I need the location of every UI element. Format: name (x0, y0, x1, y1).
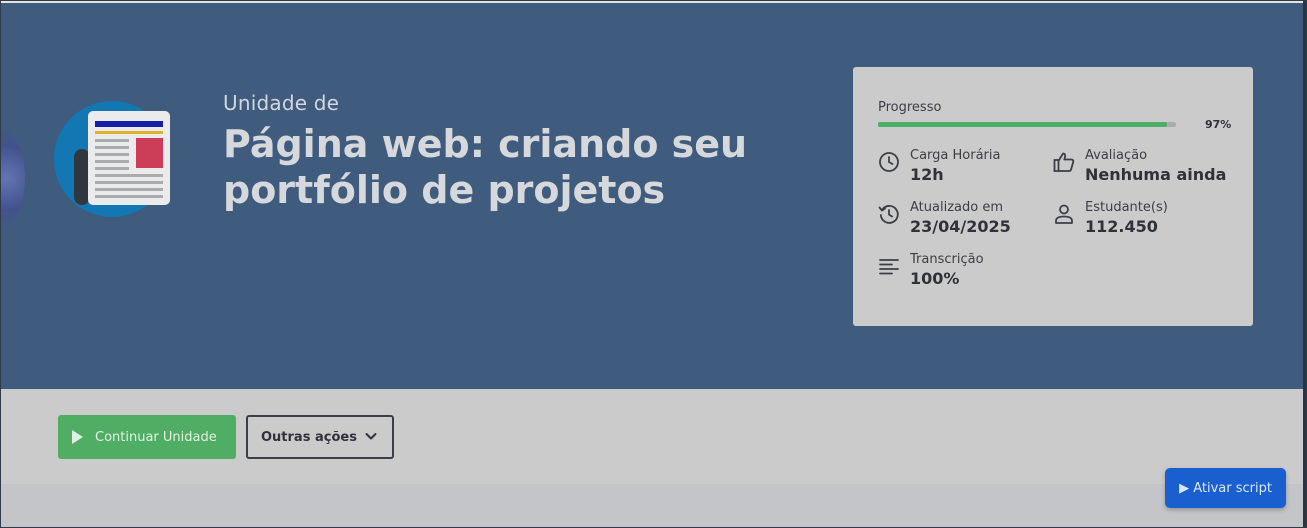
page: Unidade de Página web: criando seu portf… (0, 0, 1307, 528)
thumbs-up-icon (1053, 152, 1075, 172)
progress-label: Progresso (878, 100, 942, 115)
stat-value: Nenhuma ainda (1085, 165, 1227, 184)
scrollbar[interactable] (1303, 1, 1306, 527)
stat-value: 23/04/2025 (910, 217, 1011, 236)
chevron-down-icon (365, 433, 377, 440)
stat-value: 100% (910, 269, 960, 288)
content-area (1, 484, 1305, 527)
unit-kicker: Unidade de (223, 91, 340, 115)
progress-bar (878, 122, 1176, 127)
progress-bar-fill (878, 122, 1168, 127)
unit-hero: Unidade de Página web: criando seu portf… (1, 3, 1305, 389)
stats-card: Progresso 97% Carga Horária 12h Avaliaçã… (853, 67, 1253, 326)
stat-label: Estudante(s) (1085, 200, 1168, 215)
decorative-swirl (1, 123, 25, 233)
person-icon (1055, 204, 1073, 224)
progress-percent: 97% (1205, 118, 1232, 131)
stat-value: 12h (910, 165, 944, 184)
stat-label: Atualizado em (910, 200, 1003, 215)
activate-script-button[interactable]: ▶ Ativar script (1165, 468, 1286, 508)
continue-unit-label: Continuar Unidade (95, 429, 217, 445)
stat-label: Carga Horária (910, 148, 1001, 163)
history-icon (878, 205, 899, 224)
transcript-lines-icon (879, 259, 899, 275)
stat-label: Avaliação (1085, 148, 1148, 163)
more-actions-label: Outras ações (261, 429, 357, 445)
page-title: Página web: criando seu portfólio de pro… (223, 122, 748, 212)
more-actions-dropdown[interactable]: Outras ações (246, 415, 394, 459)
action-bar: Continuar Unidade Outras ações (1, 389, 1305, 484)
play-icon (72, 430, 83, 444)
newspaper-icon (54, 101, 170, 217)
stat-label: Transcrição (910, 252, 984, 267)
continue-unit-button[interactable]: Continuar Unidade (58, 415, 236, 459)
stat-value: 112.450 (1085, 217, 1158, 236)
clock-icon (879, 152, 899, 172)
